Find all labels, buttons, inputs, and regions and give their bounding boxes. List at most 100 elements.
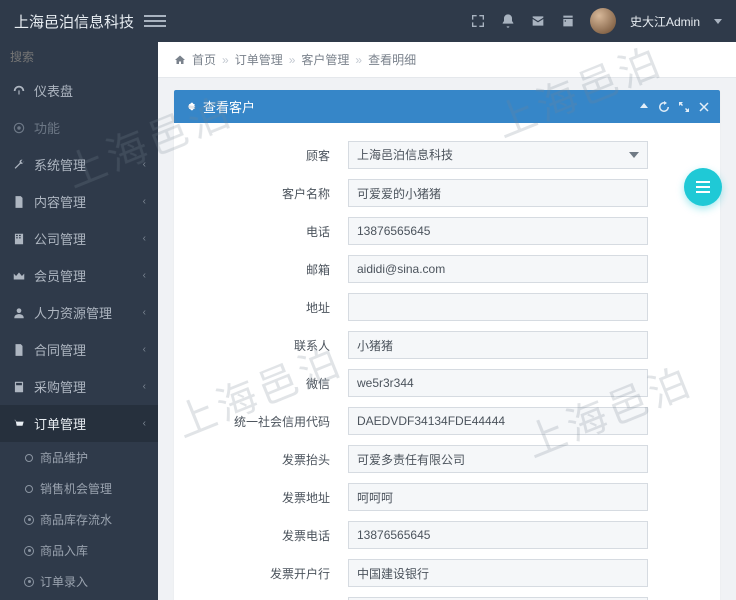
crumb-detail: 查看明细	[368, 51, 416, 68]
person-icon	[12, 306, 26, 320]
cart-icon	[12, 417, 26, 431]
sidebar-item-content[interactable]: 内容管理‹	[0, 183, 158, 220]
label-inv-phone: 发票电话	[198, 527, 348, 544]
topbar-tools: 史大江Admin	[470, 8, 722, 34]
dot-icon	[24, 453, 34, 463]
sidebar-item-hr[interactable]: 人力资源管理‹	[0, 294, 158, 331]
chevron-left-icon: ‹	[143, 270, 146, 281]
sidebar-item-dashboard[interactable]: 仪表盘	[0, 72, 158, 109]
username[interactable]: 史大江Admin	[630, 13, 700, 30]
crumb-order[interactable]: 订单管理	[235, 51, 283, 68]
sidebar-item-system[interactable]: 系统管理 ‹	[0, 146, 158, 183]
avatar[interactable]	[590, 8, 616, 34]
customer-form: 顾客上海邑泊信息科技 客户名称 电话 邮箱 地址 联系人 微信 统一社会信用代码…	[174, 123, 720, 600]
radar-icon	[12, 121, 26, 135]
sidebar-label: 功能	[34, 118, 60, 137]
dashboard-icon	[12, 84, 26, 98]
label-email: 邮箱	[198, 261, 348, 278]
inv-title-field[interactable]	[348, 445, 648, 473]
dot-icon	[24, 484, 34, 494]
label-tenant: 顾客	[198, 147, 348, 164]
bell-icon[interactable]	[500, 13, 516, 29]
crown-icon	[12, 269, 26, 283]
sub-item-stock[interactable]: 商品库存流水	[0, 504, 158, 535]
home-icon[interactable]	[174, 54, 186, 66]
panel-close-icon[interactable]	[698, 101, 710, 113]
file-icon	[12, 343, 26, 357]
doc-icon	[12, 195, 26, 209]
panel-refresh-icon[interactable]	[658, 101, 670, 113]
email-field[interactable]	[348, 255, 648, 283]
wechat-field[interactable]	[348, 369, 648, 397]
separator: »	[289, 53, 296, 67]
brand: 上海邑泊信息科技	[14, 11, 134, 32]
main: 首页 » 订单管理 » 客户管理 » 查看明细 查看客户	[158, 42, 736, 600]
inv-phone-field[interactable]	[348, 521, 648, 549]
sidebar-label: 合同管理	[34, 340, 86, 359]
uscc-field[interactable]	[348, 407, 648, 435]
sidebar-label: 订单管理	[34, 414, 86, 433]
sidebar-item-member[interactable]: 会员管理‹	[0, 257, 158, 294]
hamburger-icon[interactable]	[144, 15, 166, 27]
sidebar-label: 仪表盘	[34, 81, 73, 100]
panel: 查看客户 顾客上海邑泊信息科技 客户名称 电话 邮箱 地址 联系人 微信	[174, 90, 720, 600]
menu-icon	[696, 186, 710, 188]
contact-field[interactable]	[348, 331, 648, 359]
chevron-left-icon: ‹	[143, 381, 146, 392]
sidebar-label: 采购管理	[34, 377, 86, 396]
fullscreen-icon[interactable]	[470, 13, 486, 29]
calendar-icon[interactable]	[560, 13, 576, 29]
sidebar-item-purchase[interactable]: 采购管理 ‹	[0, 368, 158, 405]
chevron-left-icon: ‹	[143, 196, 146, 207]
chevron-left-icon: ‹	[143, 418, 146, 429]
inv-addr-field[interactable]	[348, 483, 648, 511]
panel-up-icon[interactable]	[638, 101, 650, 113]
sidebar-item-order[interactable]: 订单管理 ‹	[0, 405, 158, 442]
fab-menu-button[interactable]	[684, 168, 722, 206]
sub-label: 订单录入	[40, 573, 88, 590]
gear-icon	[184, 100, 197, 113]
topbar: 上海邑泊信息科技 史大江Admin	[0, 0, 736, 42]
sidebar-item-contract[interactable]: 合同管理‹	[0, 331, 158, 368]
ring-icon	[24, 515, 34, 525]
chevron-left-icon: ‹	[143, 307, 146, 318]
panel-expand-icon[interactable]	[678, 101, 690, 113]
label-name: 客户名称	[198, 185, 348, 202]
sub-label: 商品入库	[40, 542, 88, 559]
wrench-icon	[12, 158, 26, 172]
crumb-home[interactable]: 首页	[192, 51, 216, 68]
ring-icon	[24, 577, 34, 587]
sidebar-item-function[interactable]: 功能	[0, 109, 158, 146]
calc-icon	[12, 380, 26, 394]
search-input[interactable]	[10, 50, 158, 64]
label-contact: 联系人	[198, 337, 348, 354]
address-field[interactable]	[348, 293, 648, 321]
label-address: 地址	[198, 299, 348, 316]
mail-icon[interactable]	[530, 13, 546, 29]
sidebar-item-company[interactable]: 公司管理‹	[0, 220, 158, 257]
label-wechat: 微信	[198, 375, 348, 392]
inv-bank-field[interactable]	[348, 559, 648, 587]
label-inv-title: 发票抬头	[198, 451, 348, 468]
sub-item-inbound[interactable]: 商品入库	[0, 535, 158, 566]
panel-head: 查看客户	[174, 90, 720, 123]
separator: »	[355, 53, 362, 67]
sidebar-label: 公司管理	[34, 229, 86, 248]
phone-field[interactable]	[348, 217, 648, 245]
breadcrumb: 首页 » 订单管理 » 客户管理 » 查看明细	[158, 42, 736, 78]
sub-item-orderentry[interactable]: 订单录入	[0, 566, 158, 597]
sidebar-search[interactable]	[0, 42, 158, 72]
sub-item-product[interactable]: 商品维护	[0, 442, 158, 473]
chevron-left-icon: ‹	[143, 159, 146, 170]
name-field[interactable]	[348, 179, 648, 207]
separator: »	[222, 53, 229, 67]
chevron-down-icon[interactable]	[714, 19, 722, 24]
sub-label: 销售机会管理	[40, 480, 112, 497]
sub-label: 商品维护	[40, 449, 88, 466]
sub-item-sales[interactable]: 销售机会管理	[0, 473, 158, 504]
label-inv-addr: 发票地址	[198, 489, 348, 506]
sidebar-label: 系统管理	[34, 155, 86, 174]
tenant-select[interactable]: 上海邑泊信息科技	[348, 141, 648, 169]
crumb-customer[interactable]: 客户管理	[301, 51, 349, 68]
sub-label: 商品库存流水	[40, 511, 112, 528]
